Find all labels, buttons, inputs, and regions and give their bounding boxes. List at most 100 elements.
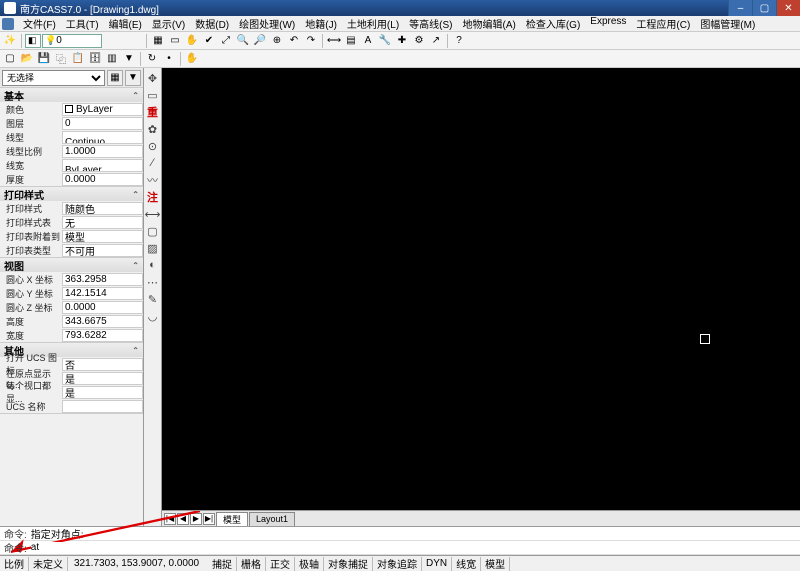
prop-filter-icon[interactable]: ▼ — [125, 70, 141, 86]
tool-arrow-icon[interactable]: ↗ — [428, 33, 444, 49]
menu-item[interactable]: 数据(D) — [190, 16, 234, 31]
vtool-curve-icon[interactable]: 〰 — [145, 172, 161, 188]
close-button[interactable]: ✕ — [776, 0, 800, 16]
prop-row[interactable]: 圆心 X 坐标363.2958 — [0, 272, 143, 286]
drawing-canvas[interactable] — [162, 68, 800, 510]
vtool-point-icon[interactable]: ⊙ — [145, 138, 161, 154]
tool-text-icon[interactable]: A — [360, 33, 376, 49]
vtool-line-icon[interactable]: ∕ — [145, 155, 161, 171]
menu-item[interactable]: 显示(V) — [147, 16, 190, 31]
menu-item[interactable]: 文件(F) — [18, 16, 61, 31]
tool-plus-icon[interactable]: ✚ — [394, 33, 410, 49]
menu-item[interactable]: 图幅管理(M) — [695, 16, 760, 31]
prop-row[interactable]: 圆心 Z 坐标0.0000 — [0, 300, 143, 314]
tool-point-icon[interactable]: • — [161, 51, 177, 67]
tool-undo-icon[interactable]: ↶ — [286, 33, 302, 49]
vtool-move-icon[interactable]: ✥ — [145, 70, 161, 86]
command-input[interactable] — [31, 542, 796, 553]
layout-tab[interactable]: Layout1 — [249, 512, 295, 526]
tool-table-icon[interactable]: ▤ — [343, 33, 359, 49]
prop-row[interactable]: 颜色ByLayer — [0, 102, 143, 116]
tool-new-icon[interactable]: ▢ — [2, 51, 18, 67]
menu-item[interactable]: 土地利用(L) — [342, 16, 404, 31]
tool-open-icon[interactable]: 📂 — [19, 51, 35, 67]
prop-section-header[interactable]: 打印样式⌃ — [0, 187, 143, 201]
tool-paste-icon[interactable]: 📋 — [70, 51, 86, 67]
prop-row[interactable]: 厚度0.0000 — [0, 172, 143, 186]
prop-value[interactable]: ByLayer — [62, 103, 143, 116]
prop-value[interactable]: 不可用 — [62, 244, 143, 257]
prop-value[interactable]: 否 — [62, 358, 143, 371]
layout-nav-button[interactable]: ▶ — [190, 513, 202, 525]
prop-value[interactable]: 0.0000 — [62, 301, 143, 314]
vtool-arc-icon[interactable]: ◡ — [145, 308, 161, 324]
menu-item[interactable]: 工具(T) — [61, 16, 104, 31]
tool-layer-icon[interactable]: ▥ — [104, 51, 120, 67]
prop-value[interactable]: 142.1514 — [62, 287, 143, 300]
prop-row[interactable]: 打印样式随颜色 — [0, 201, 143, 215]
prop-value[interactable]: 0.0000 — [62, 173, 143, 186]
prop-value[interactable]: 是 — [62, 372, 143, 385]
prop-value[interactable] — [62, 400, 143, 413]
vtool-sym-icon[interactable]: ◐ — [145, 257, 161, 273]
prop-row[interactable]: 线型———— Continuo... — [0, 130, 143, 144]
prop-value[interactable]: 无 — [62, 216, 143, 229]
tool-grid-icon[interactable]: ▦ — [150, 33, 166, 49]
tool-copy-icon[interactable]: ⿻ — [53, 51, 69, 67]
vtool-dash-icon[interactable]: ⋯ — [145, 274, 161, 290]
prop-row[interactable]: 高度343.6675 — [0, 314, 143, 328]
layout-nav-button[interactable]: ◀ — [177, 513, 189, 525]
prop-value[interactable]: 模型 — [62, 230, 143, 243]
prop-row[interactable]: 线宽———— ByLayer — [0, 158, 143, 172]
prop-section-header[interactable]: 基本⌃ — [0, 88, 143, 102]
prop-value[interactable]: 343.6675 — [62, 315, 143, 328]
tool-wrench-icon[interactable]: 🔧 — [377, 33, 393, 49]
tool-dim-icon[interactable]: ⟷ — [326, 33, 342, 49]
prop-value[interactable]: ———— Continuo... — [62, 131, 143, 144]
prop-row[interactable]: 打印表类型不可用 — [0, 243, 143, 257]
command-input-line[interactable]: 命令: — [0, 541, 800, 555]
prop-row[interactable]: 图层0 — [0, 116, 143, 130]
vtool-rect-icon[interactable]: ▭ — [145, 87, 161, 103]
prop-section-header[interactable]: 视图⌃ — [0, 258, 143, 272]
tool-zoom-all-icon[interactable]: ⊕ — [269, 33, 285, 49]
vtool-gear-icon[interactable]: ✿ — [145, 121, 161, 137]
tool-page-icon[interactable]: ▭ — [167, 33, 183, 49]
prop-value[interactable]: ———— ByLayer — [62, 159, 143, 172]
tool-gear-icon[interactable]: ⚙ — [411, 33, 427, 49]
prop-row[interactable]: 打印表附着到模型 — [0, 229, 143, 243]
tool-zoom-ext-icon[interactable]: ⤢ — [218, 33, 234, 49]
vtool-box-icon[interactable]: ▢ — [145, 223, 161, 239]
tool-redo-icon[interactable]: ↷ — [303, 33, 319, 49]
prop-row[interactable]: 线型比例1.0000 — [0, 144, 143, 158]
tool-pan-icon[interactable]: ✋ — [184, 33, 200, 49]
tool-filter-icon[interactable]: ▼ — [121, 51, 137, 67]
menu-item[interactable]: 绘图处理(W) — [234, 16, 300, 31]
prop-row[interactable]: 宽度793.6282 — [0, 328, 143, 342]
tool-db-icon[interactable]: 🗄 — [87, 51, 103, 67]
prop-row[interactable]: UCS 名称 — [0, 399, 143, 413]
tool-light-icon[interactable]: ✨ — [2, 33, 18, 49]
tool-hand-icon[interactable]: ✋ — [184, 51, 200, 67]
prop-row[interactable]: 圆心 Y 坐标142.1514 — [0, 286, 143, 300]
menu-item[interactable]: Express — [585, 16, 631, 31]
layout-nav-button[interactable]: |◀ — [164, 513, 176, 525]
selection-dropdown[interactable]: 无选择 — [2, 70, 105, 86]
menu-item[interactable]: 等高线(S) — [404, 16, 457, 31]
tool-zoom-out-icon[interactable]: 🔎 — [252, 33, 268, 49]
layer-dropdown[interactable]: 💡 0 — [42, 34, 102, 48]
tool-zoom-in-icon[interactable]: 🔍 — [235, 33, 251, 49]
layout-tab[interactable]: 模型 — [216, 512, 248, 526]
menu-item[interactable]: 地籍(J) — [300, 16, 342, 31]
layout-nav-button[interactable]: ▶| — [203, 513, 215, 525]
vtool-dim-icon[interactable]: ⟷ — [145, 206, 161, 222]
prop-value[interactable]: 1.0000 — [62, 145, 143, 158]
menu-item[interactable]: 工程应用(C) — [631, 16, 695, 31]
vtool-edit-icon[interactable]: ✎ — [145, 291, 161, 307]
prop-value[interactable]: 0 — [62, 117, 143, 130]
prop-select-icon[interactable]: ▦ — [107, 70, 123, 86]
color-dropdown[interactable]: ◧ — [25, 34, 41, 48]
prop-value[interactable]: 是 — [62, 386, 143, 399]
prop-value[interactable]: 363.2958 — [62, 273, 143, 286]
vtool-hatch-icon[interactable]: ▨ — [145, 240, 161, 256]
